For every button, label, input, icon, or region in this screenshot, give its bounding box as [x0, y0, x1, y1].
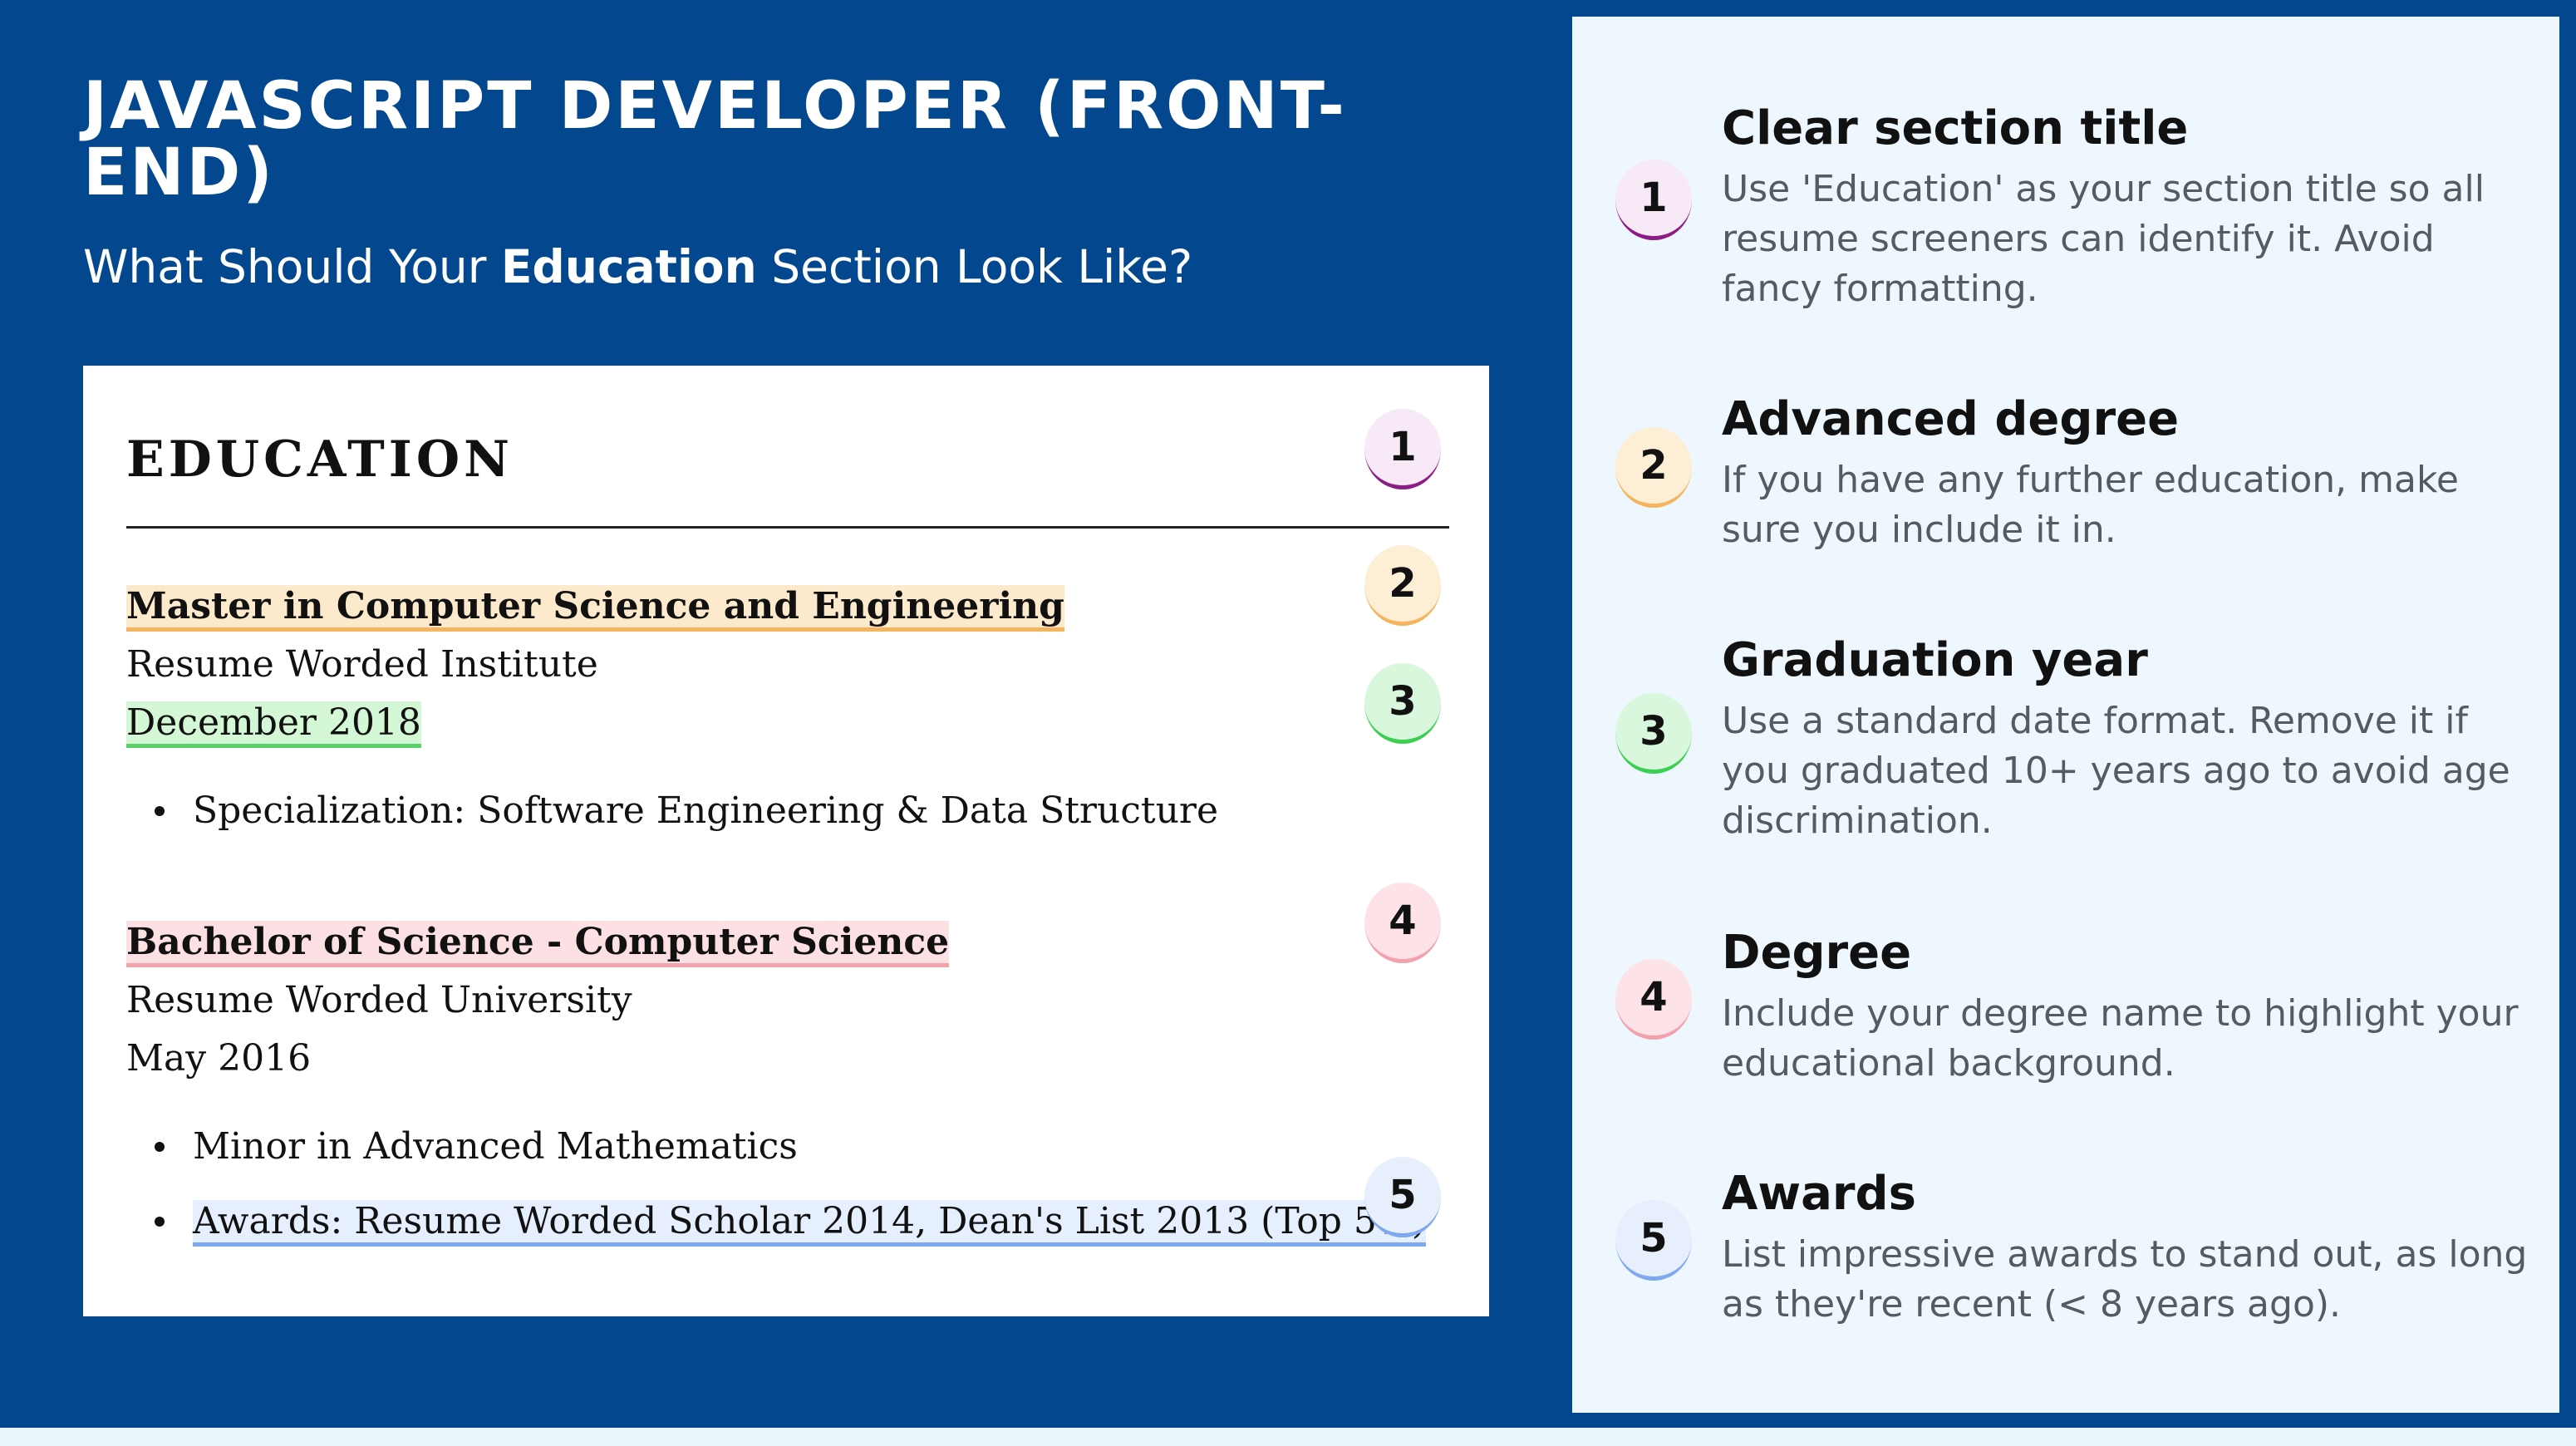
tip-badge-5: 5	[1615, 1200, 1692, 1281]
entry-1-date-highlight: December 2018	[126, 701, 421, 748]
callout-badge-3: 3	[1364, 663, 1441, 744]
entry-2-school: Resume Worded University	[126, 979, 632, 1021]
entry-1-school: Resume Worded Institute	[126, 643, 598, 686]
page-title: JAVASCRIPT DEVELOPER (FRONT-END)	[83, 69, 1347, 210]
tip-3-title: Graduation year	[1722, 633, 2148, 687]
entry-2-bullet-2-highlight: Awards: Resume Worded Scholar 2014, Dean…	[193, 1200, 1426, 1247]
tip-5-text: List impressive awards to stand out, as …	[1722, 1233, 2528, 1326]
callout-badge-1: 1	[1364, 409, 1441, 489]
entry-1-date: December 2018	[126, 700, 421, 748]
tip-5-title: Awards	[1722, 1167, 1916, 1221]
tip-2-title: Advanced degree	[1722, 392, 2180, 446]
tip-badge-2: 2	[1615, 427, 1692, 508]
callout-badge-4: 4	[1364, 883, 1441, 963]
callout-badge-2: 2	[1364, 545, 1441, 626]
entry-1-degree-highlight: Master in Computer Science and Engineeri…	[126, 585, 1064, 632]
tip-badge-3: 3	[1615, 693, 1692, 774]
resume-education-card: EDUCATION Master in Computer Science and…	[83, 366, 1489, 1316]
tips-panel: 1 Clear section title Use 'Education' as…	[1572, 17, 2559, 1413]
entry-1-bullet-text: Specialization: Software Engineering & D…	[193, 789, 1218, 832]
entry-2-bullet-1: Minor in Advanced Mathematics	[155, 1124, 798, 1170]
subtitle-text-end: Section Look Like?	[756, 240, 1193, 293]
section-divider	[126, 526, 1449, 529]
entry-2-date: May 2016	[126, 1037, 312, 1080]
tip-1-title: Clear section title	[1722, 101, 2189, 155]
tip-badge-4: 4	[1615, 959, 1692, 1040]
resume-section-title: EDUCATION	[126, 430, 514, 489]
page-subtitle: What Should Your Education Section Look …	[83, 238, 1192, 296]
callout-badge-5: 5	[1364, 1157, 1441, 1237]
tip-3-text: Use a standard date format. Remove it if…	[1722, 700, 2510, 842]
tip-2-text: If you have any further education, make …	[1722, 459, 2459, 551]
subtitle-text-bold: Education	[500, 240, 757, 293]
entry-2-bullet-1-text: Minor in Advanced Mathematics	[193, 1125, 798, 1168]
entry-1-bullet: Specialization: Software Engineering & D…	[155, 788, 1218, 834]
entry-2-degree-highlight: Bachelor of Science - Computer Science	[126, 921, 950, 967]
entry-2-degree: Bachelor of Science - Computer Science	[126, 919, 950, 967]
bullet-dot	[155, 1216, 165, 1227]
subtitle-text-start: What Should Your	[83, 240, 501, 293]
tip-4-title: Degree	[1722, 926, 1912, 980]
entry-2-bullet-2: Awards: Resume Worded Scholar 2014, Dean…	[155, 1198, 1426, 1247]
bullet-dot	[155, 805, 165, 816]
tip-badge-1: 1	[1615, 160, 1692, 240]
entry-1-degree: Master in Computer Science and Engineeri…	[126, 583, 1064, 632]
tip-1-text: Use 'Education' as your section title so…	[1722, 168, 2485, 310]
tip-4-text: Include your degree name to highlight yo…	[1722, 992, 2519, 1084]
bullet-dot	[155, 1141, 165, 1152]
